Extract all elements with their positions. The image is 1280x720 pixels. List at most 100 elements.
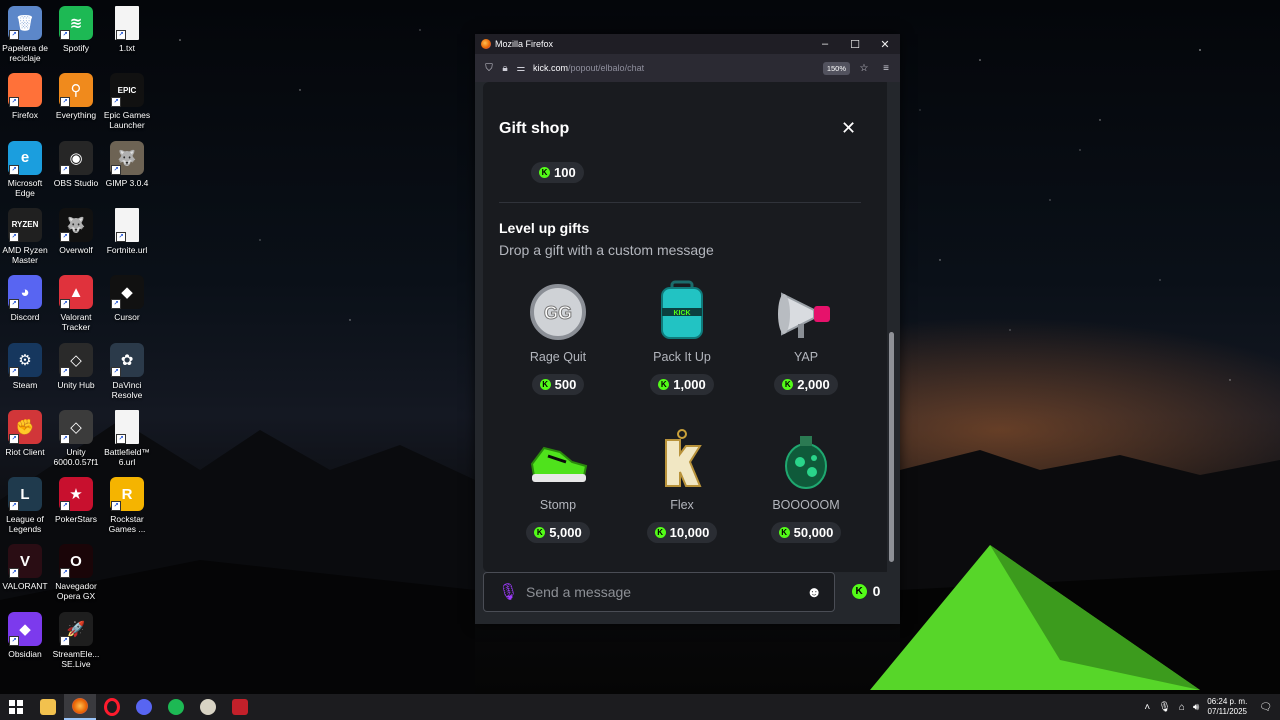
gift-rage-quit[interactable]: GG Rage Quit K 500 bbox=[503, 280, 613, 395]
microphone-icon[interactable]: 🎙︎ bbox=[498, 582, 518, 602]
desktop-icon-label: 1.txt bbox=[118, 43, 136, 53]
menu-hamburger-icon[interactable]: ≡ bbox=[878, 63, 894, 74]
desktop-shortcut[interactable]: ◇ ↗ Unity Hub bbox=[51, 342, 101, 390]
desktop-shortcut[interactable]: ◆ ↗ Obsidian bbox=[0, 611, 50, 659]
close-modal-button[interactable]: ✕ bbox=[841, 118, 856, 139]
desktop-shortcut[interactable]: ↗ Battlefield™ 6.url bbox=[102, 409, 152, 467]
desktop-icon-label: Navegador Opera GX bbox=[55, 581, 97, 602]
network-icon[interactable]: ⌂ bbox=[1179, 702, 1185, 713]
gift-name: Rage Quit bbox=[529, 350, 587, 364]
maximize-button[interactable]: ☐ bbox=[840, 34, 870, 54]
desktop-icon-label: Battlefield™ 6.url bbox=[104, 446, 150, 467]
url-text[interactable]: kick.com/popout/elbalo/chat bbox=[533, 63, 823, 73]
address-bar[interactable]: ⛉ 🔒︎ ⚌ kick.com/popout/elbalo/chat 150% … bbox=[475, 54, 900, 82]
window-titlebar[interactable]: Mozilla Firefox – ☐ ✕ bbox=[475, 34, 900, 54]
desktop-shortcut[interactable]: 🐺 ↗ Overwolf bbox=[51, 207, 101, 255]
chat-input-box[interactable]: 🎙︎ Send a message ☻ bbox=[483, 572, 835, 612]
desktop-icon-label: Overwolf bbox=[59, 244, 93, 255]
gift-price-badge[interactable]: K 50,000 bbox=[770, 522, 842, 543]
desktop-shortcut[interactable]: ⚙ ↗ Steam bbox=[0, 342, 50, 390]
lock-icon[interactable]: 🔒︎ bbox=[497, 63, 513, 74]
desktop-shortcut[interactable]: L ↗ League of Legends bbox=[0, 477, 50, 534]
desktop-shortcut[interactable]: ≋ ↗ Spotify bbox=[51, 6, 101, 53]
clock-time: 06:24 p. m. bbox=[1207, 697, 1248, 706]
taskbar-voicemeeter[interactable] bbox=[224, 694, 256, 720]
taskbar-file-explorer[interactable] bbox=[32, 694, 64, 720]
desktop-shortcut[interactable]: 🚀 ↗ StreamEle... SE.Live bbox=[51, 611, 101, 669]
desktop-shortcut[interactable]: 🗑 ↗ Papelera de reciclaje bbox=[0, 6, 50, 63]
gimp-icon: 🐺 ↗ bbox=[110, 140, 144, 175]
pokerstars-icon: ★ ↗ bbox=[59, 477, 93, 512]
desktop-icon-label: Firefox bbox=[12, 110, 38, 121]
desktop-shortcut[interactable]: ◇ ↗ Unity 6000.0.57f1 bbox=[51, 409, 101, 467]
taskbar-spotify[interactable] bbox=[160, 694, 192, 720]
desktop-shortcut[interactable]: ✊ ↗ Riot Client bbox=[0, 409, 50, 457]
desktop-shortcut[interactable]: ↗ Firefox bbox=[0, 73, 50, 120]
minimize-button[interactable]: – bbox=[810, 34, 840, 54]
desktop-shortcut[interactable]: ↗ 1.txt bbox=[102, 6, 152, 53]
start-button[interactable] bbox=[0, 694, 32, 720]
desktop-shortcut[interactable]: ★ ↗ PokerStars bbox=[51, 477, 101, 524]
desktop-shortcut[interactable]: 🐺 ↗ GIMP 3.0.4 bbox=[102, 140, 152, 188]
gift-price-badge[interactable]: K 500 bbox=[531, 374, 585, 395]
desktop-shortcut[interactable]: e ↗ Microsoft Edge bbox=[0, 140, 50, 198]
notification-icon[interactable]: 🗨︎ bbox=[1259, 702, 1272, 713]
gift-yap[interactable]: YAP K 2,000 bbox=[751, 280, 861, 395]
desktop-shortcut[interactable]: ✿ ↗ DaVinci Resolve bbox=[102, 342, 152, 400]
gift-stomp[interactable]: Stomp K 5,000 bbox=[503, 428, 613, 543]
taskbar-streamelements[interactable] bbox=[192, 694, 224, 720]
desktop-shortcut[interactable]: R ↗ Rockstar Games ... bbox=[102, 477, 152, 534]
shortcut-arrow-icon: ↗ bbox=[9, 299, 19, 310]
price-value: 10,000 bbox=[669, 525, 710, 540]
chat-message-input[interactable]: Send a message bbox=[526, 584, 806, 600]
gift-flex[interactable]: Flex K 10,000 bbox=[627, 428, 737, 543]
kick-coin-icon: K bbox=[778, 527, 790, 538]
volume-icon[interactable]: 🔊︎ bbox=[1193, 702, 1199, 713]
gift-price-badge[interactable]: K 1,000 bbox=[650, 374, 714, 395]
desktop-shortcut[interactable]: V ↗ VALORANT bbox=[0, 544, 50, 591]
gift-price-badge[interactable]: K 100 bbox=[531, 162, 584, 183]
gift-name: YAP bbox=[793, 350, 819, 364]
close-window-button[interactable]: ✕ bbox=[870, 34, 900, 54]
kick-balance-button[interactable]: K 0 bbox=[841, 572, 891, 610]
desktop-shortcut[interactable]: O ↗ Navegador Opera GX bbox=[51, 544, 101, 601]
chevron-up-icon[interactable]: ˄ bbox=[1144, 702, 1150, 713]
kick-coin-icon: K bbox=[539, 379, 551, 390]
desktop-shortcut[interactable]: ◕ ↗ Discord bbox=[0, 275, 50, 322]
gift-price-badge[interactable]: K 10,000 bbox=[646, 522, 718, 543]
taskbar-opera-gx[interactable] bbox=[96, 694, 128, 720]
shortcut-arrow-icon: ↗ bbox=[60, 30, 70, 40]
steam-icon: ⚙ ↗ bbox=[8, 342, 42, 377]
desktop-icon-label: AMD Ryzen Master bbox=[2, 244, 48, 265]
scrollbar-thumb[interactable] bbox=[889, 332, 894, 562]
taskbar-clock[interactable]: 06:24 p. m. 07/11/2025 bbox=[1207, 697, 1247, 717]
streamelements-icon bbox=[200, 699, 216, 715]
edge-icon: e ↗ bbox=[8, 140, 42, 175]
desktop-icon-label: PokerStars bbox=[54, 514, 98, 525]
unity-editor-icon: ◇ ↗ bbox=[59, 409, 93, 444]
desktop-shortcut[interactable]: ◆ ↗ Cursor bbox=[102, 275, 152, 322]
desktop-shortcut[interactable]: ▲ ↗ Valorant Tracker bbox=[51, 275, 101, 332]
shortcut-arrow-icon: ↗ bbox=[60, 568, 70, 579]
gift-pack-it-up[interactable]: KICK Pack It Up K 1,000 bbox=[627, 280, 737, 395]
gift-boooooom[interactable]: BOOOOOM K 50,000 bbox=[751, 428, 861, 543]
streamelements-icon: 🚀 ↗ bbox=[59, 611, 93, 646]
zoom-level-badge[interactable]: 150% bbox=[822, 61, 850, 75]
taskbar-firefox[interactable] bbox=[64, 694, 96, 720]
permissions-icon[interactable]: ⚌ bbox=[513, 63, 529, 74]
desktop-shortcut[interactable]: EPIC ↗ Epic Games Launcher bbox=[102, 73, 152, 130]
tracking-shield-icon[interactable]: ⛉ bbox=[481, 63, 497, 74]
bookmark-star-icon[interactable]: ☆ bbox=[856, 63, 872, 74]
shortcut-arrow-icon: ↗ bbox=[9, 97, 19, 108]
modal-scrollbar[interactable] bbox=[887, 82, 895, 572]
gift-price-badge[interactable]: K 2,000 bbox=[774, 374, 838, 395]
taskbar-discord[interactable] bbox=[128, 694, 160, 720]
desktop-shortcut[interactable]: ◉ ↗ OBS Studio bbox=[51, 140, 101, 188]
desktop-shortcut[interactable]: RYZEN ↗ AMD Ryzen Master bbox=[0, 207, 50, 265]
desktop-shortcut[interactable]: ⚲ ↗ Everything bbox=[51, 73, 101, 120]
windows-taskbar: ˄ 🎙︎ ⌂ 🔊︎ 06:24 p. m. 07/11/2025 🗨︎ bbox=[0, 694, 1280, 720]
gift-price-badge[interactable]: K 5,000 bbox=[526, 522, 590, 543]
emoji-picker-icon[interactable]: ☻ bbox=[806, 584, 822, 601]
desktop-shortcut[interactable]: ↗ Fortnite.url bbox=[102, 207, 152, 255]
microphone-tray-icon[interactable]: 🎙︎ bbox=[1158, 702, 1171, 713]
